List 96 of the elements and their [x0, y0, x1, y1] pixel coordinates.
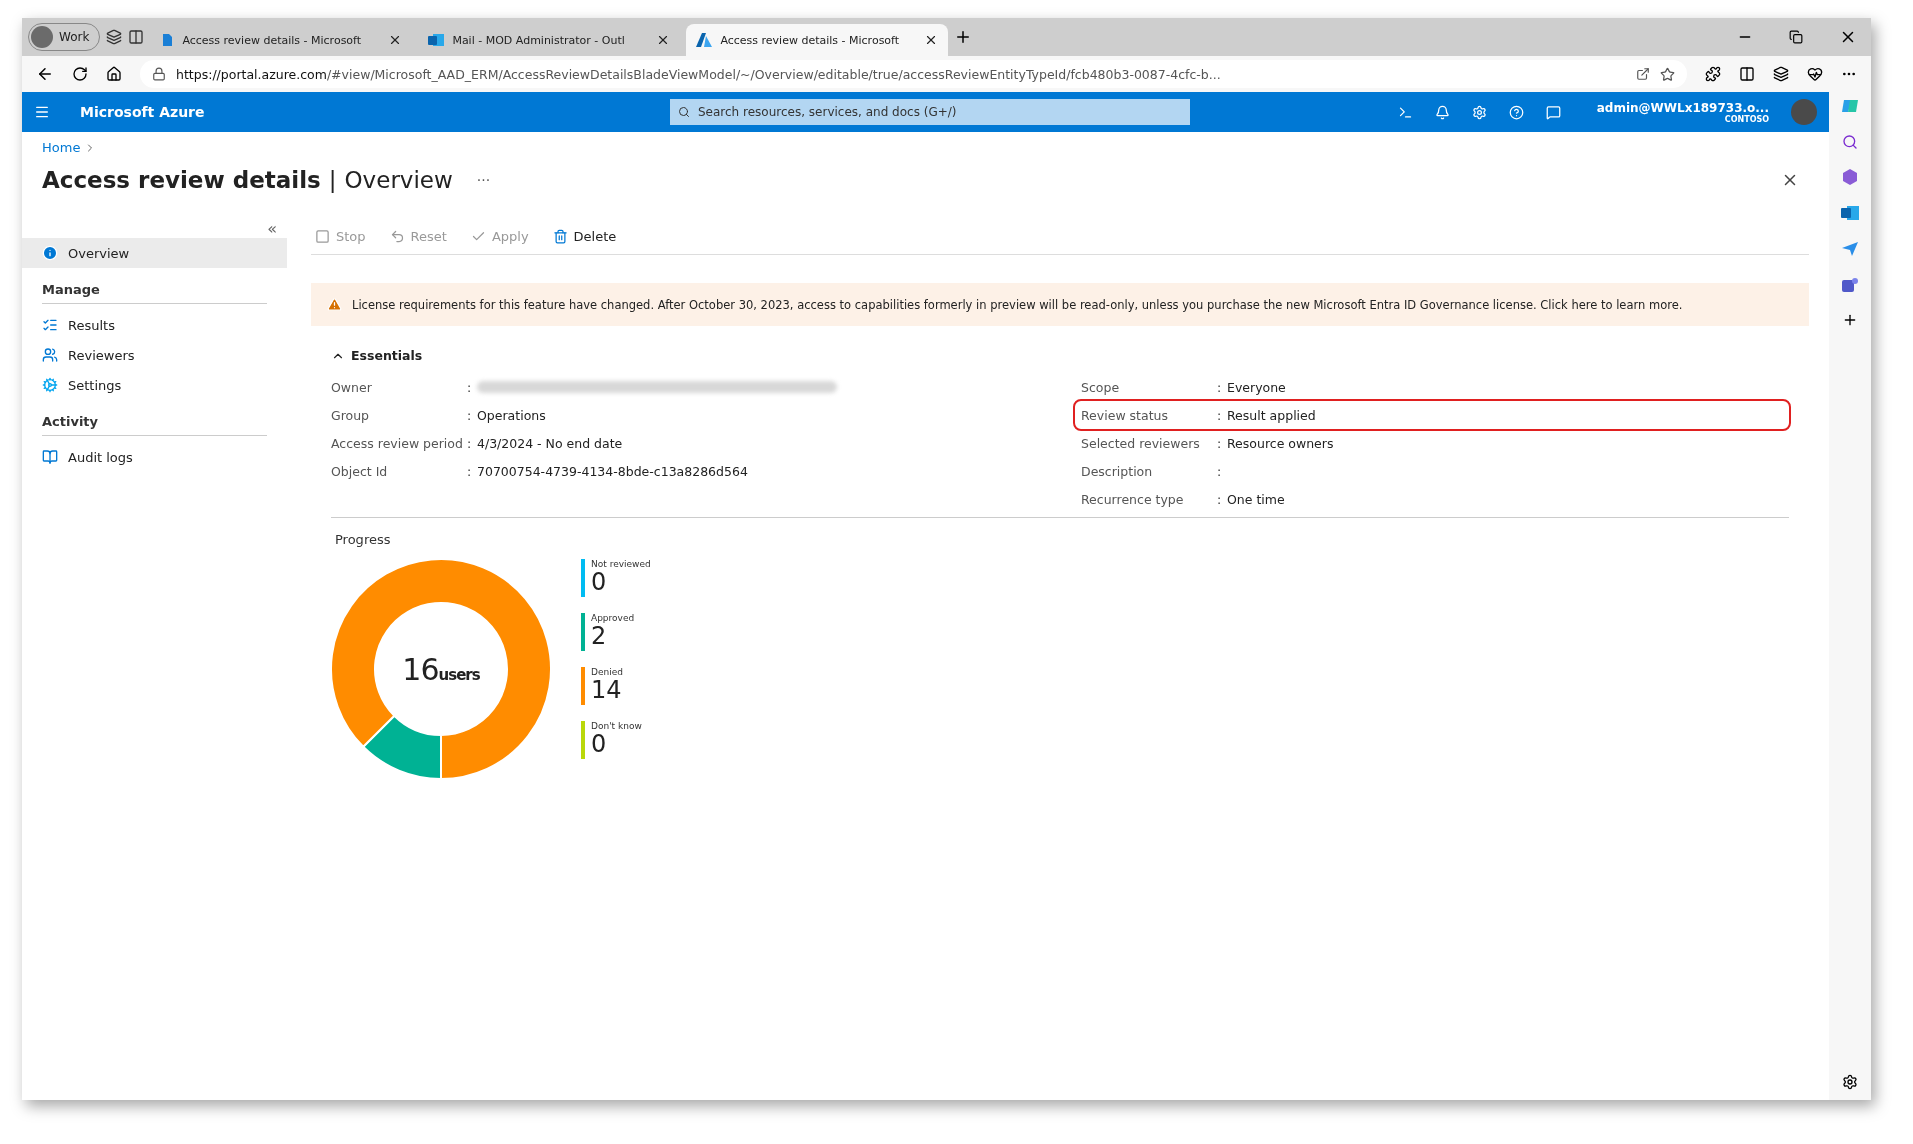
browser-tab[interactable]: Mail - MOD Administrator - Outl	[418, 24, 681, 56]
warning-icon	[327, 297, 342, 312]
azure-logo-icon	[696, 33, 713, 47]
colon: :	[1217, 491, 1223, 507]
collections-icon[interactable]	[1773, 66, 1789, 82]
trash-icon	[552, 229, 568, 244]
legend-label: Not reviewed	[591, 559, 651, 569]
collapse-button[interactable]: «	[267, 219, 277, 238]
help-icon[interactable]	[1508, 104, 1524, 120]
total-users: 16users	[402, 651, 480, 687]
extensions-icon[interactable]	[1705, 66, 1721, 82]
colon: :	[467, 379, 473, 395]
nav-item[interactable]: Settings	[22, 370, 287, 400]
document-icon	[160, 33, 175, 47]
legend-count: 2	[591, 623, 607, 649]
brand-name: Microsoft Azure	[80, 104, 206, 120]
browser-tab[interactable]: Access review details - Microsoft	[150, 24, 413, 56]
browser-tab[interactable]: Access review details - Microsoft	[686, 24, 949, 56]
nav-item[interactable]: Reviewers	[22, 340, 287, 370]
more-menu[interactable]: ···	[476, 172, 491, 188]
favorite-star-icon[interactable]	[1660, 66, 1675, 82]
terminal-icon[interactable]	[1397, 104, 1413, 120]
nav-item[interactable]: Overview	[22, 238, 287, 268]
breadcrumb-link[interactable]: Home	[42, 140, 81, 155]
account-name[interactable]: admin@WWLx189733.o... CONTOSO	[1596, 100, 1769, 124]
field-label: Group	[331, 407, 371, 423]
field-value: 70700754-4739-4134-8bde-c13a8286d564	[477, 463, 749, 479]
mail-app-icon	[428, 33, 445, 47]
book-icon	[42, 449, 58, 465]
toolbar-button[interactable]: Delete	[548, 227, 621, 246]
url-text: https://portal.azure.com/#view/Microsoft_AAD_ERM/AccessReviewDetailsBladeViewModel/~/Overview/editable/true/accessReviewEntityTypeId/fcb480b3-0087-4cfc-b...	[176, 66, 1221, 82]
field-label: Recurrence type	[1081, 491, 1185, 507]
section-heading: Activity	[42, 414, 267, 436]
colon: :	[467, 463, 473, 479]
search-icon[interactable]	[1842, 134, 1858, 150]
split-screen-icon[interactable]	[1739, 66, 1755, 82]
lock-icon	[152, 67, 166, 81]
colon: :	[1217, 435, 1223, 451]
field-value: One time	[1227, 491, 1286, 507]
workspaces-icon[interactable]	[106, 29, 123, 45]
health-icon[interactable]	[1807, 66, 1823, 82]
add-icon[interactable]	[1842, 312, 1858, 328]
settings-icon[interactable]	[1842, 1074, 1858, 1090]
paper-plane-icon[interactable]	[1841, 240, 1859, 258]
avatar-icon	[31, 26, 53, 48]
field-label: Object Id	[331, 463, 389, 479]
mail-app-icon[interactable]	[1841, 204, 1859, 222]
colon: :	[467, 407, 473, 423]
section-heading: Manage	[42, 282, 267, 304]
legend-count: 14	[591, 677, 623, 703]
back-icon[interactable]	[36, 65, 54, 83]
essentials-toggle[interactable]: Essentials	[331, 348, 1809, 363]
colon: :	[1217, 379, 1223, 395]
field-value: 4/3/2024 - No end date	[477, 435, 624, 451]
banner-text: License requirements for this feature have changed. After October 30, 2023, access to capabilities formerly in preview will be read-only, unless you purchase the new Microsoft Entra ID Governance license. Click here to learn more.	[352, 297, 1683, 312]
legend-count: 0	[591, 569, 608, 595]
legend-count: 0	[591, 731, 608, 757]
nav-item[interactable]: Results	[22, 310, 287, 340]
colon: :	[1217, 463, 1223, 479]
field-label: Description	[1081, 463, 1154, 479]
gear-icon	[42, 377, 58, 393]
field-value: Everyone	[1227, 379, 1287, 395]
checklist-icon	[42, 317, 58, 333]
field-value: Operations	[477, 407, 547, 423]
field-label: Access review period	[331, 435, 464, 451]
field-label: Owner	[331, 379, 373, 395]
field-value: Resource owners	[1227, 435, 1335, 451]
section-heading: Progress	[335, 532, 392, 547]
people-icon	[42, 347, 58, 363]
home-icon[interactable]	[106, 66, 122, 82]
field-label: Scope	[1081, 379, 1121, 395]
field-value: Result applied	[1227, 407, 1317, 423]
checkbox-icon	[315, 229, 330, 244]
address-bar[interactable]: https://portal.azure.com/#view/Microsoft_AAD_ERM/AccessReviewDetailsBladeViewModel/~/Overview/editable/true/accessReviewEntityTypeId/fcb480b3-0087-4cfc-b...	[140, 60, 1687, 88]
legend-label: Denied	[591, 667, 623, 677]
colon: :	[1217, 407, 1223, 423]
field-label: Review status	[1081, 407, 1169, 423]
open-app-icon[interactable]	[1636, 67, 1650, 81]
page-title: Access review details	[42, 167, 321, 193]
menu-icon[interactable]	[34, 104, 50, 120]
page-subtitle: Overview	[344, 167, 453, 193]
refresh-icon[interactable]	[72, 66, 88, 82]
bell-icon[interactable]	[1434, 104, 1450, 120]
nav-item[interactable]: Audit logs	[22, 442, 287, 472]
search-icon	[678, 106, 690, 118]
colon: :	[467, 435, 473, 451]
title-separator: |	[328, 167, 337, 193]
legend-label: Approved	[591, 613, 635, 623]
hexagon-icon[interactable]	[1841, 168, 1859, 186]
undo-icon	[389, 229, 405, 244]
field-label: Selected reviewers	[1081, 435, 1201, 451]
legend-label: Don't know	[591, 721, 642, 731]
info-icon	[42, 245, 58, 261]
restore-icon[interactable]	[1789, 30, 1803, 44]
search-field[interactable]: Search resources, services, and docs (G+/)	[670, 99, 1190, 125]
feedback-icon[interactable]	[1545, 104, 1561, 120]
